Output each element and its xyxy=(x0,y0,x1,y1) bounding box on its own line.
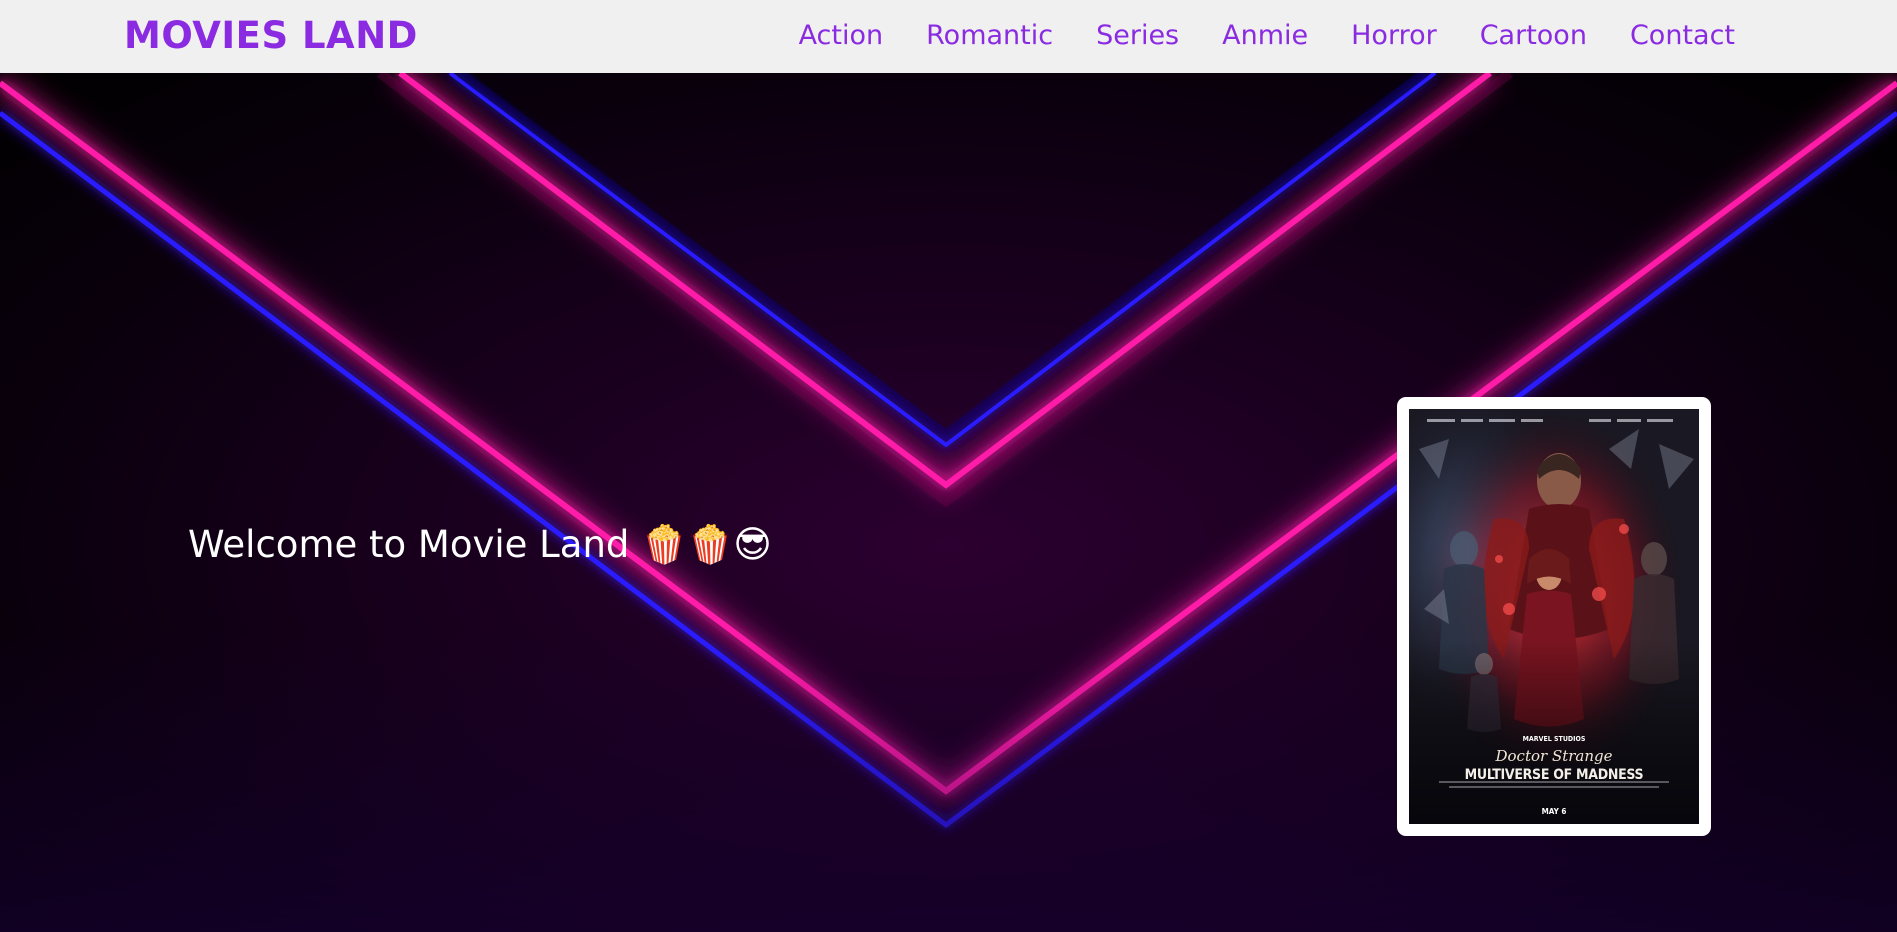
poster-title-line-2: MULTIVERSE OF MADNESS xyxy=(1464,767,1644,783)
nav-link-horror[interactable]: Horror xyxy=(1351,20,1437,51)
movie-poster-card[interactable]: MARVEL STUDIOS Doctor Strange MULTIVERSE… xyxy=(1397,397,1711,836)
poster-title-line-1: Doctor Strange xyxy=(1495,747,1613,765)
poster-release-date: MAY 6 xyxy=(1541,807,1567,816)
nav-link-action[interactable]: Action xyxy=(799,20,884,51)
poster-studio-label: MARVEL STUDIOS xyxy=(1522,735,1586,743)
nav-link-cartoon[interactable]: Cartoon xyxy=(1480,20,1587,51)
nav-link-contact[interactable]: Contact xyxy=(1630,20,1735,51)
welcome-heading: Welcome to Movie Land 🍿🍿😎 xyxy=(188,523,772,566)
nav-link-series[interactable]: Series xyxy=(1096,20,1179,51)
nav-link-romantic[interactable]: Romantic xyxy=(926,20,1053,51)
hero-section: Welcome to Movie Land 🍿🍿😎 MARVEL STUDIOS… xyxy=(0,73,1897,932)
nav-links: Action Romantic Series Anmie Horror Cart… xyxy=(756,20,1735,51)
nav-link-anmie[interactable]: Anmie xyxy=(1222,20,1308,51)
site-logo[interactable]: MOVIES LAND xyxy=(124,14,418,57)
top-navbar: MOVIES LAND Action Romantic Series Anmie… xyxy=(0,0,1897,73)
movie-poster-image: MARVEL STUDIOS Doctor Strange MULTIVERSE… xyxy=(1409,409,1699,824)
